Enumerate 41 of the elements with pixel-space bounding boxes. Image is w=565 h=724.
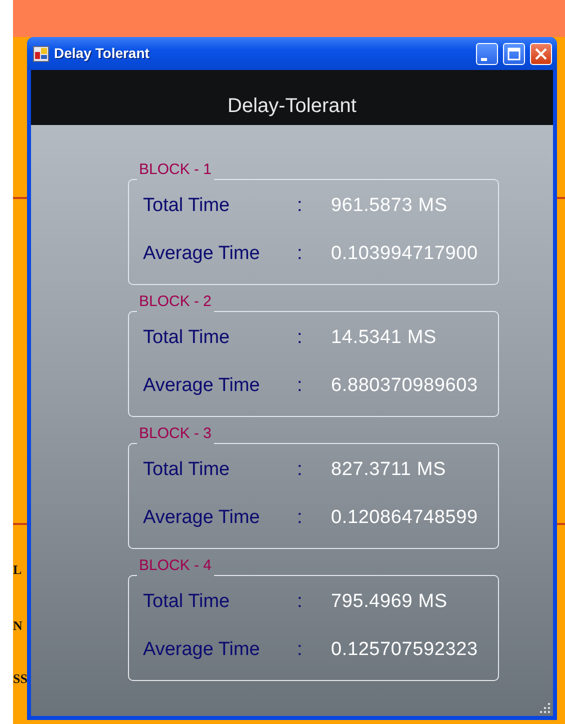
resize-grip-icon (539, 702, 551, 714)
group-title: BLOCK - 3 (138, 425, 213, 443)
field-value: 14.5341 MS (331, 326, 436, 350)
close-button[interactable] (530, 42, 552, 64)
background-text: N (13, 619, 22, 632)
group-title: BLOCK - 4 (138, 557, 213, 575)
separator-colon: : (297, 242, 304, 266)
app-icon (33, 46, 49, 62)
field-value: 795.4969 MS (331, 590, 448, 614)
field-label: Total Time (143, 458, 231, 482)
field-value: 0.103994717900 (331, 242, 478, 266)
field-label: Average Time (143, 638, 261, 662)
field-label: Average Time (143, 506, 261, 530)
field-label: Average Time (143, 374, 261, 398)
separator-colon: : (297, 638, 304, 662)
separator-colon: : (297, 326, 304, 350)
maximize-icon (507, 46, 521, 60)
separator-colon: : (297, 194, 304, 218)
minimize-button[interactable] (476, 42, 498, 64)
field-value: 0.120864748599 (331, 506, 478, 530)
background-text: SS (13, 672, 28, 685)
heading: Delay-Tolerant (228, 94, 356, 119)
close-icon (534, 46, 548, 60)
separator-colon: : (297, 374, 304, 398)
minimize-icon (481, 58, 487, 61)
group-title: BLOCK - 2 (138, 293, 213, 311)
field-label: Total Time (143, 590, 231, 614)
group-title: BLOCK - 1 (138, 161, 213, 179)
separator-colon: : (297, 506, 304, 530)
maximize-button[interactable] (503, 42, 525, 64)
field-label: Total Time (143, 194, 231, 218)
separator-colon: : (297, 458, 304, 482)
field-value: 6.880370989603 (331, 374, 478, 398)
background-text: L (13, 563, 22, 576)
field-value: 0.125707592323 (331, 638, 478, 662)
field-label: Average Time (143, 242, 261, 266)
field-label: Total Time (143, 326, 231, 350)
field-value: 961.5873 MS (331, 194, 448, 218)
field-value: 827.3711 MS (331, 458, 446, 482)
window-title: Delay Tolerant (54, 44, 150, 63)
separator-colon: : (297, 590, 304, 614)
